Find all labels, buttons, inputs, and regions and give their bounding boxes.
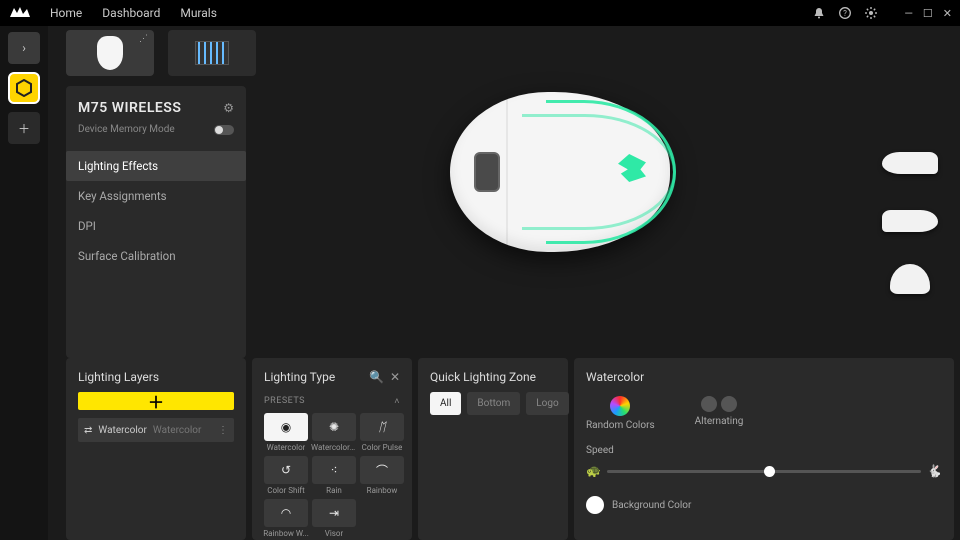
orient-side-left[interactable] — [879, 204, 941, 238]
layer-type: Watercolor — [153, 425, 201, 436]
option-random-colors[interactable]: Random Colors — [586, 396, 655, 431]
left-rail: › ＋ — [0, 26, 48, 540]
preset-color-pulse[interactable]: ᛖColor Pulse — [360, 413, 404, 452]
orientation-selector — [874, 86, 954, 358]
add-layer-button[interactable]: ＋ — [78, 392, 234, 410]
titlebar-actions: ? — ☐ ✕ — [812, 6, 952, 20]
panel-effect-settings: Watercolor Random Colors Alternating Spe… — [574, 358, 954, 540]
panel-lighting-layers: Lighting Layers ＋ ⇄ Watercolor Watercolo… — [66, 358, 246, 540]
effect-title: Watercolor — [586, 370, 644, 384]
nav-dashboard[interactable]: Dashboard — [102, 6, 160, 20]
speed-slow-icon: 🐢 — [586, 464, 601, 478]
rail-device-active[interactable] — [8, 72, 40, 104]
titlebar: Home Dashboard Murals ? — ☐ ✕ — [0, 0, 960, 26]
nav-murals[interactable]: Murals — [180, 6, 217, 20]
window-maximize[interactable]: ☐ — [923, 7, 933, 20]
orient-front[interactable] — [879, 262, 941, 296]
layers-title: Lighting Layers — [78, 370, 159, 384]
presets-collapse-icon[interactable]: ˄ — [394, 396, 400, 407]
speed-thumb[interactable] — [764, 466, 775, 477]
layer-name: Watercolor — [98, 425, 146, 436]
preset-color-shift[interactable]: ↺Color Shift — [264, 456, 308, 495]
device-settings-icon[interactable]: ⚙ — [223, 101, 234, 115]
bottom-panels: Lighting Layers ＋ ⇄ Watercolor Watercolo… — [48, 358, 960, 540]
mouse-wheel — [474, 152, 500, 192]
quick-zone-title: Quick Lighting Zone — [430, 370, 536, 384]
thumb-mouse[interactable]: ⋰ — [66, 30, 154, 76]
option-alternating[interactable]: Alternating — [695, 396, 744, 431]
alternating-icon — [701, 396, 737, 412]
device-memory-toggle[interactable] — [214, 125, 234, 135]
presets-label: PRESETS — [264, 396, 305, 407]
window-minimize[interactable]: — — [904, 7, 913, 20]
mouse-top-view[interactable] — [450, 92, 670, 252]
menu-dpi[interactable]: DPI — [66, 211, 246, 241]
device-thumbnails: ⋰ — [48, 26, 960, 78]
preset-rain[interactable]: ⁖Rain — [312, 456, 356, 495]
menu-key-assignments[interactable]: Key Assignments — [66, 181, 246, 211]
app-logo — [8, 3, 32, 23]
background-color-label: Background Color — [612, 500, 691, 511]
help-icon[interactable]: ? — [838, 6, 852, 20]
notifications-icon[interactable] — [812, 6, 826, 20]
preset-watercolor[interactable]: ◉Watercolor — [264, 413, 308, 452]
random-colors-label: Random Colors — [586, 420, 655, 431]
preset-rainbow[interactable]: ⌒Rainbow — [360, 456, 404, 495]
orient-side-right[interactable] — [879, 146, 941, 180]
thumb-keypad[interactable] — [168, 30, 256, 76]
device-viewer — [252, 86, 868, 358]
alternating-label: Alternating — [695, 416, 744, 427]
preset-rainbow-wave[interactable]: ◠Rainbow W... — [264, 499, 308, 538]
zone-bottom[interactable]: Bottom — [467, 392, 520, 415]
zone-logo[interactable]: Logo — [526, 392, 568, 415]
wireless-icon: ⋰ — [139, 34, 148, 44]
rail-expand[interactable]: › — [8, 32, 40, 64]
settings-icon[interactable] — [864, 6, 878, 20]
menu-surface-calibration[interactable]: Surface Calibration — [66, 241, 246, 271]
device-name: M75 WIRELESS — [78, 100, 181, 116]
layer-row[interactable]: ⇄ Watercolor Watercolor ⋮ — [78, 418, 234, 442]
preset-visor[interactable]: ⇥Visor — [312, 499, 356, 538]
zone-all[interactable]: All — [430, 392, 461, 415]
device-memory-label: Device Memory Mode — [78, 124, 175, 135]
speed-slider[interactable]: 🐢 🐇 — [586, 462, 942, 480]
background-color-swatch[interactable] — [586, 496, 604, 514]
lighting-type-title: Lighting Type — [264, 370, 335, 384]
preset-grid: ◉Watercolor ✺Watercolor ... ᛖColor Pulse… — [264, 413, 400, 538]
panel-lighting-type: Lighting Type 🔍 ✕ PRESETS ˄ ◉Watercolor … — [252, 358, 412, 540]
device-menu: Lighting Effects Key Assignments DPI Sur… — [66, 151, 246, 271]
search-icon[interactable]: 🔍 — [369, 370, 384, 384]
random-colors-icon — [610, 396, 630, 416]
nav-home[interactable]: Home — [50, 6, 82, 20]
menu-lighting-effects[interactable]: Lighting Effects — [66, 151, 246, 181]
top-nav: Home Dashboard Murals — [50, 6, 217, 20]
device-panel: M75 WIRELESS ⚙ Device Memory Mode Lighti… — [66, 86, 246, 358]
panel-quick-zone: Quick Lighting Zone All Bottom Logo — [418, 358, 568, 540]
speed-fast-icon: 🐇 — [927, 464, 942, 478]
window-close[interactable]: ✕ — [943, 7, 952, 20]
layer-more-icon[interactable]: ⋮ — [218, 425, 228, 436]
preset-watercolor-alt[interactable]: ✺Watercolor ... — [312, 413, 356, 452]
speed-label: Speed — [586, 445, 942, 456]
svg-text:?: ? — [843, 9, 847, 18]
rail-add[interactable]: ＋ — [8, 112, 40, 144]
shuffle-icon: ⇄ — [84, 425, 92, 436]
close-icon[interactable]: ✕ — [390, 370, 400, 384]
